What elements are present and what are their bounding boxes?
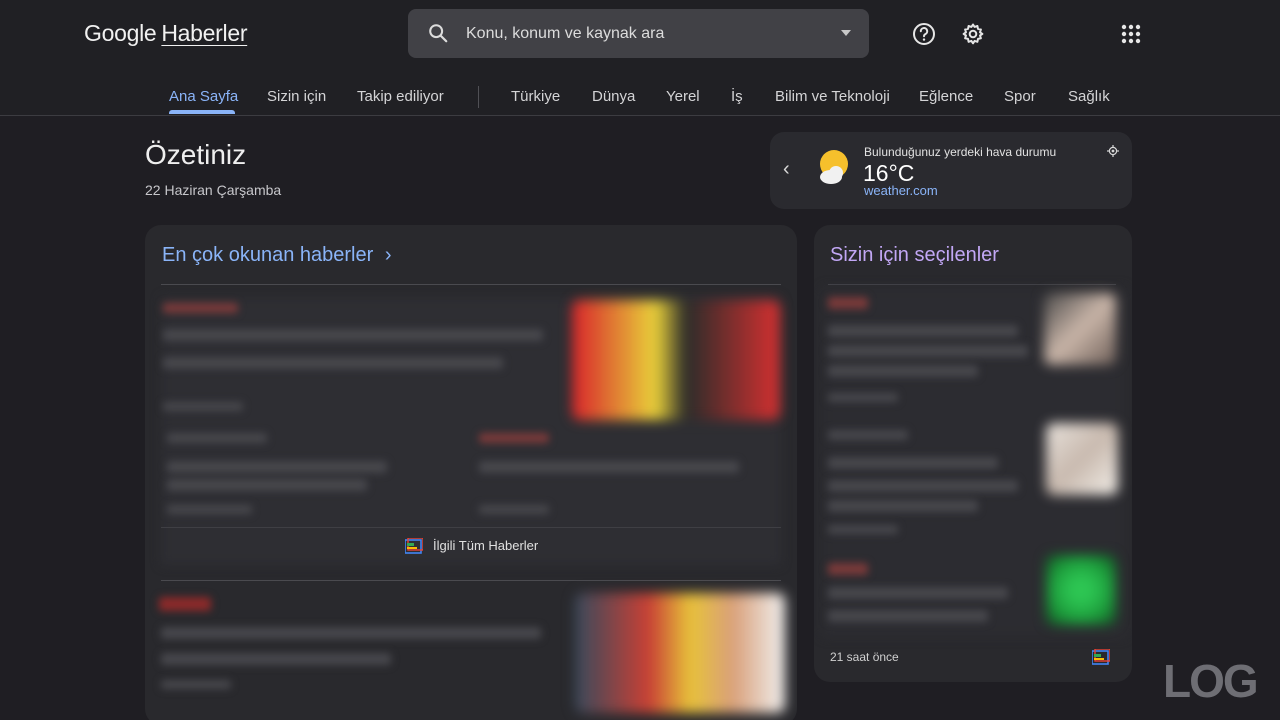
logo-haberler: Haberler (161, 20, 248, 46)
gear-icon[interactable] (960, 21, 986, 47)
tab-bilim-ve-teknoloji[interactable]: Bilim ve Teknoloji (775, 88, 890, 105)
pick-headline-line[interactable] (828, 345, 1028, 357)
article-thumbnail[interactable] (572, 300, 780, 420)
active-tab-indicator (169, 110, 235, 114)
search-box[interactable] (408, 9, 869, 58)
tab-turkiye[interactable]: Türkiye (511, 88, 560, 105)
pick-thumbnail[interactable] (1046, 423, 1118, 495)
pick-headline-line[interactable] (828, 365, 978, 377)
top-news-card: En çok okunan haberler › İlgili Tüm Habe… (145, 225, 797, 720)
related-coverage-bar[interactable]: İlgili Tüm Haberler (161, 527, 781, 565)
top-news-title-link[interactable]: En çok okunan haberler › (162, 244, 391, 267)
chevron-left-icon[interactable]: ‹ (783, 158, 790, 181)
logo-google: Google (84, 20, 157, 46)
related-time (479, 505, 549, 514)
section-divider (828, 284, 1116, 285)
search-options-dropdown-icon[interactable] (841, 30, 851, 36)
search-icon[interactable] (427, 22, 449, 44)
related-headline-line[interactable] (167, 479, 367, 491)
section-divider (161, 284, 781, 285)
pick-headline-line[interactable] (828, 500, 978, 512)
tab-dunya[interactable]: Dünya (592, 88, 635, 105)
article-source (163, 303, 238, 313)
pick-time (828, 525, 898, 534)
article-thumbnail[interactable] (575, 593, 785, 713)
pick-thumbnail[interactable] (1046, 555, 1116, 625)
tab-is[interactable]: İş (731, 88, 743, 105)
pick-headline-line[interactable] (828, 610, 988, 622)
top-bar: GoogleHaberler Ana Sayfa Sizin için Taki… (0, 0, 1280, 116)
section-divider (161, 580, 781, 581)
pick-time (828, 393, 898, 402)
pick-headline-line[interactable] (828, 457, 998, 469)
page-title: Özetiniz (145, 139, 247, 170)
apps-grid-icon[interactable] (1118, 21, 1144, 47)
weather-source-link[interactable]: weather.com (864, 183, 938, 198)
pick-source (828, 563, 868, 575)
search-input[interactable] (466, 9, 826, 58)
article-headline-line[interactable] (163, 357, 503, 369)
location-icon[interactable] (1107, 145, 1119, 157)
article-headline-line[interactable] (161, 653, 391, 665)
weather-widget[interactable]: ‹ Bulunduğunuz yerdeki hava durumu 16°C … (770, 132, 1132, 209)
pick-headline-line[interactable] (828, 325, 1018, 337)
tab-eglence[interactable]: Eğlence (919, 88, 973, 105)
pick-source (828, 430, 908, 440)
chevron-right-icon: › (384, 244, 392, 266)
related-source (479, 433, 549, 443)
page-date: 22 Haziran Çarşamba (145, 182, 282, 198)
top-news-title: En çok okunan haberler (162, 244, 374, 266)
related-headline-line[interactable] (167, 461, 387, 473)
partly-cloudy-icon (820, 150, 848, 184)
for-you-card: Sizin için seçilenler 21 saat önce (814, 225, 1132, 682)
article-time (161, 680, 231, 689)
full-coverage-icon[interactable] (1092, 649, 1110, 665)
tab-spor[interactable]: Spor (1004, 88, 1036, 105)
tab-saglik[interactable]: Sağlık (1068, 88, 1110, 105)
help-icon[interactable] (911, 21, 937, 47)
related-coverage-label[interactable]: İlgili Tüm Haberler (433, 538, 538, 553)
pick-time: 21 saat önce (830, 650, 899, 664)
related-source (167, 433, 267, 443)
related-headline-line[interactable] (479, 461, 739, 473)
google-news-logo[interactable]: Google Haberler (84, 20, 247, 47)
full-coverage-icon (405, 538, 423, 554)
article-headline-line[interactable] (163, 329, 543, 341)
pick-thumbnail[interactable] (1044, 293, 1116, 365)
tab-takip-ediliyor[interactable]: Takip ediliyor (357, 88, 444, 105)
weather-label: Bulunduğunuz yerdeki hava durumu (864, 145, 1057, 159)
article-source (159, 597, 211, 611)
pick-headline-line[interactable] (828, 480, 1018, 492)
tab-separator (478, 86, 479, 108)
watermark-logo: LOG (1163, 655, 1259, 707)
tab-sizin-icin[interactable]: Sizin için (267, 88, 326, 105)
tab-ana-sayfa[interactable]: Ana Sayfa (169, 88, 238, 105)
article-time (163, 402, 243, 411)
for-you-title[interactable]: Sizin için seçilenler (830, 244, 999, 267)
article-headline-line[interactable] (161, 627, 541, 639)
pick-headline-line[interactable] (828, 587, 1008, 599)
tab-yerel[interactable]: Yerel (666, 88, 700, 105)
related-time (167, 505, 252, 514)
pick-source (828, 297, 868, 309)
